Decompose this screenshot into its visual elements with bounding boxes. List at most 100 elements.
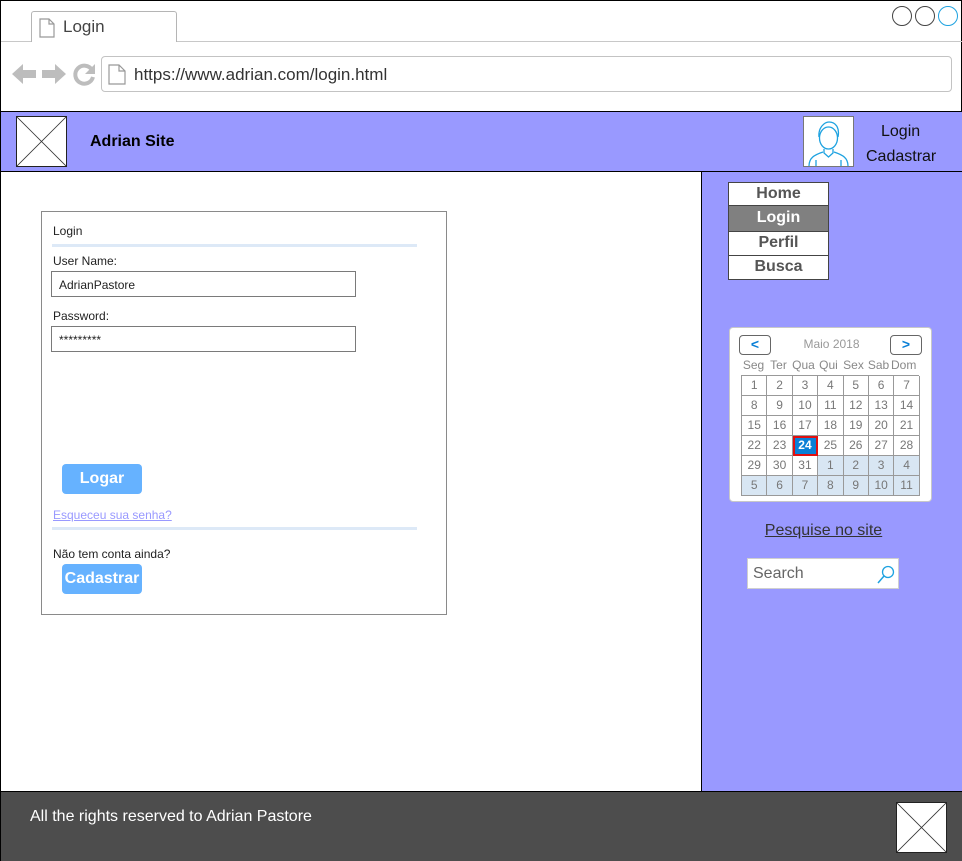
signup-button[interactable]: Cadastrar xyxy=(62,564,142,594)
divider xyxy=(52,244,417,247)
calendar-day[interactable]: 3 xyxy=(792,376,819,396)
calendar-day[interactable]: 21 xyxy=(894,416,920,436)
search-site-link[interactable]: Pesquise no site xyxy=(702,522,945,540)
nav-menu: Home Login Perfil Busca xyxy=(728,182,829,280)
menu-item-perfil[interactable]: Perfil xyxy=(728,232,829,256)
calendar-day[interactable]: 14 xyxy=(894,396,920,416)
calendar-day[interactable]: 2 xyxy=(843,456,869,476)
calendar-day[interactable]: 12 xyxy=(843,396,869,416)
browser-tab[interactable]: Login xyxy=(31,11,177,42)
menu-item-login[interactable]: Login xyxy=(728,206,829,232)
url-text: https://www.adrian.com/login.html xyxy=(134,65,388,84)
username-field[interactable]: AdrianPastore xyxy=(51,271,356,297)
calendar-day[interactable]: 7 xyxy=(792,476,819,496)
calendar-day[interactable]: 13 xyxy=(868,396,895,416)
calendar-day[interactable]: 19 xyxy=(843,416,869,436)
calendar-day[interactable]: 8 xyxy=(818,476,844,496)
no-account-text: Não tem conta ainda? xyxy=(53,547,171,561)
back-arrow-icon[interactable] xyxy=(11,63,37,90)
calendar-day[interactable]: 27 xyxy=(868,436,895,456)
weekday-label: Qua xyxy=(792,358,815,372)
calendar: < Maio 2018 > Seg Ter Qua Qui Sex Sab Dom 1234… xyxy=(729,327,932,502)
reload-icon[interactable] xyxy=(72,63,96,92)
footer-image-placeholder xyxy=(896,802,947,853)
calendar-day[interactable]: 7 xyxy=(894,376,920,396)
username-label: User Name: xyxy=(53,254,118,268)
form-title: Login xyxy=(53,224,83,238)
calendar-next-button[interactable]: > xyxy=(890,335,922,355)
divider xyxy=(52,527,417,530)
weekday-label: Sex xyxy=(843,358,864,372)
calendar-day[interactable]: 9 xyxy=(767,396,793,416)
browser-window: Login https://www.adrian.com/login.html xyxy=(0,0,962,861)
menu-item-busca[interactable]: Busca xyxy=(728,256,829,280)
calendar-day[interactable]: 5 xyxy=(742,476,768,496)
weekday-label: Dom xyxy=(891,358,917,372)
calendar-day[interactable]: 15 xyxy=(742,416,768,436)
calendar-day[interactable]: 28 xyxy=(894,436,920,456)
maximize-button[interactable] xyxy=(915,6,935,26)
page-icon xyxy=(108,64,126,90)
login-button[interactable]: Logar xyxy=(62,464,142,494)
calendar-day[interactable]: 17 xyxy=(792,416,819,436)
tab-title: Login xyxy=(63,17,105,36)
calendar-day[interactable]: 6 xyxy=(868,376,895,396)
calendar-day[interactable]: 1 xyxy=(818,456,844,476)
forgot-password-link[interactable]: Esqueceu sua senha? xyxy=(53,508,172,522)
window-controls xyxy=(892,6,958,26)
search-icon[interactable] xyxy=(877,565,895,590)
calendar-day[interactable]: 10 xyxy=(792,396,819,416)
search-input[interactable]: Search xyxy=(747,558,899,589)
calendar-day[interactable]: 3 xyxy=(868,456,895,476)
page-icon xyxy=(39,18,55,43)
weekday-label: Seg xyxy=(742,358,765,372)
calendar-day[interactable]: 22 xyxy=(742,436,768,456)
calendar-weekdays: Seg Ter Qua Qui Sex Sab Dom xyxy=(741,358,917,372)
calendar-day[interactable]: 5 xyxy=(843,376,869,396)
logo-image-placeholder xyxy=(16,116,67,167)
calendar-day[interactable]: 30 xyxy=(767,456,793,476)
calendar-day[interactable]: 6 xyxy=(767,476,793,496)
sidebar: Home Login Perfil Busca < Maio 2018 > Se… xyxy=(702,172,962,791)
footer: All the rights reserved to Adrian Pastor… xyxy=(1,791,962,861)
calendar-day[interactable]: 4 xyxy=(894,456,920,476)
calendar-day[interactable]: 11 xyxy=(894,476,920,496)
main-content: Login User Name: AdrianPastore Password:… xyxy=(1,172,702,791)
forward-arrow-icon[interactable] xyxy=(41,63,67,90)
site-header: Adrian Site Login Cadastrar xyxy=(1,111,962,172)
calendar-grid: 1 2 3 4 5 6 7 8 9 10 11 12 13 14 15 16 17 18 19 20 21 22 23 24 2… xyxy=(741,375,920,496)
calendar-day[interactable]: 31 xyxy=(792,456,819,476)
calendar-day[interactable]: 11 xyxy=(818,396,844,416)
weekday-label: Sab xyxy=(867,358,890,372)
calendar-day[interactable]: 2 xyxy=(767,376,793,396)
calendar-day[interactable]: 23 xyxy=(767,436,793,456)
site-title: Adrian Site xyxy=(90,133,175,150)
header-login-link[interactable]: Login xyxy=(881,123,920,141)
search-placeholder: Search xyxy=(753,565,804,582)
calendar-day[interactable]: 29 xyxy=(742,456,768,476)
calendar-day[interactable]: 10 xyxy=(868,476,895,496)
close-button[interactable] xyxy=(938,6,958,26)
calendar-day[interactable]: 9 xyxy=(843,476,869,496)
footer-text: All the rights reserved to Adrian Pastor… xyxy=(30,808,312,825)
calendar-day[interactable]: 26 xyxy=(843,436,869,456)
password-field[interactable]: ********* xyxy=(51,326,356,352)
weekday-label: Qui xyxy=(819,358,838,372)
calendar-day[interactable]: 20 xyxy=(868,416,895,436)
user-avatar-icon[interactable] xyxy=(803,116,854,167)
calendar-day[interactable]: 16 xyxy=(767,416,793,436)
password-label: Password: xyxy=(53,309,110,323)
calendar-day[interactable]: 25 xyxy=(818,436,844,456)
login-form: Login User Name: AdrianPastore Password:… xyxy=(41,211,447,615)
address-bar-area: https://www.adrian.com/login.html xyxy=(1,42,962,111)
minimize-button[interactable] xyxy=(892,6,912,26)
calendar-day[interactable]: 4 xyxy=(818,376,844,396)
calendar-day[interactable]: 1 xyxy=(742,376,768,396)
calendar-day-selected[interactable]: 24 xyxy=(792,436,819,456)
url-field[interactable]: https://www.adrian.com/login.html xyxy=(101,56,952,92)
menu-item-home[interactable]: Home xyxy=(728,182,829,206)
header-signup-link[interactable]: Cadastrar xyxy=(866,148,936,166)
weekday-label: Ter xyxy=(770,358,787,372)
calendar-day[interactable]: 18 xyxy=(818,416,844,436)
calendar-day[interactable]: 8 xyxy=(742,396,768,416)
